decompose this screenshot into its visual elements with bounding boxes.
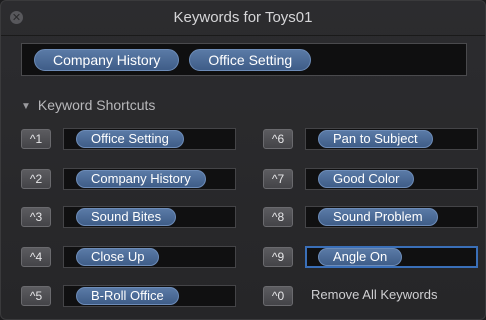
shortcut-keyword-field[interactable]: Pan to Subject	[305, 128, 478, 150]
shortcut-keyword-field[interactable]: Good Color	[305, 168, 478, 190]
shortcut-key-badge: ^9	[263, 247, 293, 267]
keyword-field[interactable]: Company History Office Setting	[21, 43, 467, 76]
shortcut-keyword-field[interactable]: Office Setting	[63, 128, 236, 150]
shortcut-keyword-field[interactable]: Close Up	[63, 246, 236, 268]
shortcut-keyword-field[interactable]: Sound Bites	[63, 206, 236, 228]
shortcut-key-badge: ^1	[21, 129, 51, 149]
window-title: Keywords for Toys01	[173, 9, 313, 26]
shortcut-key-badge: ^4	[21, 247, 51, 267]
shortcut-keyword-token[interactable]: Sound Bites	[76, 208, 177, 226]
shortcut-keyword-token[interactable]: Pan to Subject	[318, 130, 433, 148]
shortcut-keyword-token[interactable]: Company History	[76, 170, 206, 188]
keyword-shortcuts-disclosure[interactable]: ▼ Keyword Shortcuts	[21, 97, 155, 113]
shortcut-keyword-field[interactable]: Sound Problem	[305, 206, 478, 228]
shortcut-key-badge: ^2	[21, 169, 51, 189]
remove-all-keywords-label: Remove All Keywords	[311, 287, 438, 302]
keywords-window: ✕ Keywords for Toys01 Company History Of…	[0, 0, 486, 320]
shortcut-keyword-token[interactable]: B-Roll Office	[76, 287, 179, 305]
shortcut-keyword-token[interactable]: Angle On	[318, 248, 403, 266]
shortcut-keyword-field[interactable]: Company History	[63, 168, 236, 190]
shortcut-key-badge: ^6	[263, 129, 293, 149]
title-bar: ✕ Keywords for Toys01	[1, 1, 485, 36]
shortcut-key-badge: ^0	[263, 286, 293, 306]
shortcut-keyword-token[interactable]: Close Up	[76, 248, 160, 266]
shortcut-key-badge: ^5	[21, 286, 51, 306]
shortcut-keyword-token[interactable]: Office Setting	[76, 130, 184, 148]
shortcut-key-badge: ^3	[21, 207, 51, 227]
shortcut-keyword-token[interactable]: Sound Problem	[318, 208, 438, 226]
disclosure-triangle-icon[interactable]: ▼	[21, 101, 31, 112]
keyword-token[interactable]: Office Setting	[189, 48, 312, 71]
shortcut-keyword-token[interactable]: Good Color	[318, 170, 415, 188]
keyword-shortcuts-label: Keyword Shortcuts	[37, 97, 156, 113]
shortcut-keyword-field[interactable]: B-Roll Office	[63, 285, 236, 307]
shortcut-keyword-field-focused[interactable]: Angle On	[305, 246, 478, 268]
shortcut-key-badge: ^8	[263, 207, 293, 227]
keyword-token[interactable]: Company History	[34, 48, 180, 71]
shortcut-key-badge: ^7	[263, 169, 293, 189]
